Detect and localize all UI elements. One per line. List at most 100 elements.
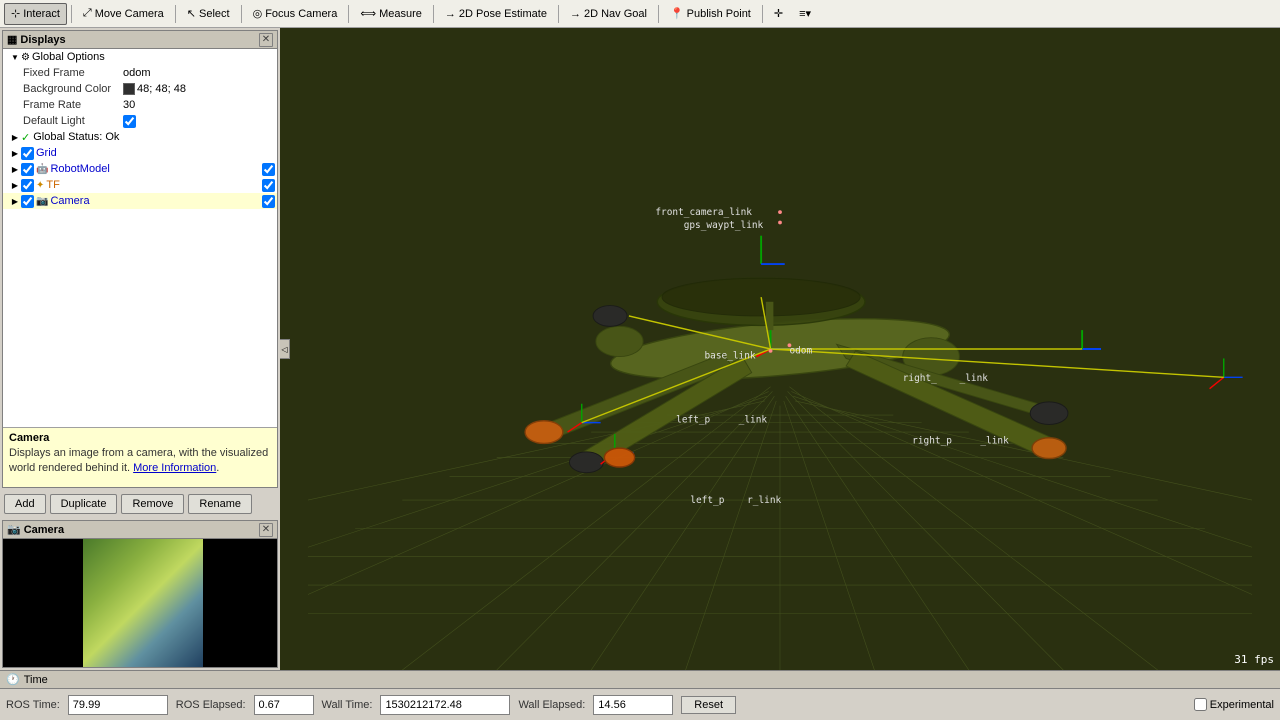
camera-image-area <box>3 539 277 667</box>
experimental-label: Experimental <box>1210 699 1274 711</box>
camera-visible-checkbox[interactable] <box>262 195 275 208</box>
toolbar-separator-6 <box>558 5 559 23</box>
tf-visible-checkbox[interactable] <box>262 179 275 192</box>
svg-text:odom: odom <box>789 346 812 357</box>
camera-panel: 📷 Camera ✕ <box>2 520 278 668</box>
toolbar-separator-3 <box>241 5 242 23</box>
toolbar-separator-5 <box>433 5 434 23</box>
wall-time-label: Wall Time: <box>322 699 373 711</box>
experimental-checkbox[interactable] <box>1194 698 1207 711</box>
grid-checkbox[interactable] <box>21 147 34 160</box>
select-button[interactable]: ↖ Select <box>180 3 237 25</box>
robot-model-icon: 🤖 <box>36 164 48 175</box>
pose-estimate-button[interactable]: → 2D Pose Estimate <box>438 3 554 25</box>
displays-panel: ▦ Displays ✕ ▼ ⚙ Global Options Fixed Fr… <box>2 30 278 488</box>
ros-time-input[interactable] <box>68 695 168 715</box>
global-status-item[interactable]: ▶ ✓ Global Status: Ok <box>3 129 277 145</box>
status-fields-row: ROS Time: ROS Elapsed: Wall Time: Wall E… <box>0 689 1280 720</box>
toolbar-separator-7 <box>658 5 659 23</box>
global-options-arrow[interactable]: ▼ <box>9 51 21 63</box>
measure-button[interactable]: ⟺ Measure <box>353 3 429 25</box>
svg-text:left_p r_link: left_p r_link <box>690 495 781 506</box>
clock-icon: 🕐 <box>6 673 20 686</box>
tf-item[interactable]: ▶ ✦ TF <box>3 177 277 193</box>
camera-panel-title: 📷 Camera <box>7 523 64 536</box>
background-color-value: 48; 48; 48 <box>137 83 186 95</box>
wall-elapsed-label: Wall Elapsed: <box>518 699 585 711</box>
grid-arrow[interactable]: ▶ <box>9 147 21 159</box>
action-buttons: Add Duplicate Remove Rename <box>0 490 280 518</box>
status-bar-title: Time <box>24 674 48 686</box>
toolbar-separator-4 <box>348 5 349 23</box>
wall-time-input[interactable] <box>380 695 510 715</box>
global-options-item[interactable]: ▼ ⚙ Global Options <box>3 49 277 65</box>
publish-point-button[interactable]: 📍 Publish Point <box>663 3 758 25</box>
interact-button[interactable]: ⊹ Interact <box>4 3 67 25</box>
focus-icon: ◎ <box>253 7 263 20</box>
camera-item[interactable]: ▶ 📷 Camera <box>3 193 277 209</box>
ros-elapsed-input[interactable] <box>254 695 314 715</box>
svg-text:base_link: base_link <box>704 350 755 361</box>
pose-icon: → <box>445 8 456 20</box>
toolbar-separator <box>71 5 72 23</box>
collapse-panel-arrow[interactable]: ◁ <box>280 339 290 359</box>
camera-black-left <box>3 539 83 667</box>
svg-text:gps_waypt_link: gps_waypt_link <box>684 220 764 231</box>
tf-arrow[interactable]: ▶ <box>9 179 21 191</box>
tf-checkbox[interactable] <box>21 179 34 192</box>
default-light-checkbox[interactable] <box>123 115 136 128</box>
menu-button[interactable]: ≡▾ <box>792 3 818 25</box>
fps-counter: 31 fps <box>1234 653 1274 666</box>
remove-button[interactable]: Remove <box>121 494 184 514</box>
camera-icon: 📷 <box>36 196 48 207</box>
svg-text:right_ _link: right_ _link <box>903 373 989 384</box>
publish-icon: 📍 <box>670 7 684 20</box>
toolbar-separator-8 <box>762 5 763 23</box>
tf-icon: ✦ <box>36 180 44 191</box>
3d-viewport[interactable]: front_camera_link gps_waypt_link base_li… <box>280 28 1280 670</box>
frame-rate-row: Frame Rate 30 <box>3 97 277 113</box>
more-information-link[interactable]: More Information <box>133 462 216 474</box>
duplicate-button[interactable]: Duplicate <box>50 494 118 514</box>
plus-button[interactable]: ✛ <box>767 3 790 25</box>
robot-model-visible-checkbox[interactable] <box>262 163 275 176</box>
left-panel: ▦ Displays ✕ ▼ ⚙ Global Options Fixed Fr… <box>0 28 280 670</box>
ros-time-label: ROS Time: <box>6 699 60 711</box>
global-options-icon: ⚙ <box>21 52 30 63</box>
add-button[interactable]: Add <box>4 494 46 514</box>
wall-elapsed-input[interactable] <box>593 695 673 715</box>
camera-panel-close[interactable]: ✕ <box>259 523 273 537</box>
nav-goal-button[interactable]: → 2D Nav Goal <box>563 3 654 25</box>
robot-arrow[interactable]: ▶ <box>9 163 21 175</box>
fixed-frame-row: Fixed Frame odom <box>3 65 277 81</box>
ros-elapsed-label: ROS Elapsed: <box>176 699 246 711</box>
camera-viewport <box>3 539 277 667</box>
menu-icon: ≡▾ <box>799 7 811 20</box>
move-camera-button[interactable]: ⤢ Move Camera <box>76 3 171 25</box>
svg-text:left_p _link: left_p _link <box>676 415 767 426</box>
cursor-icon: ⊹ <box>11 7 20 20</box>
camera-panel-header: 📷 Camera ✕ <box>3 521 277 539</box>
robot-model-item[interactable]: ▶ 🤖 RobotModel <box>3 161 277 177</box>
main-area: ▦ Displays ✕ ▼ ⚙ Global Options Fixed Fr… <box>0 28 1280 670</box>
displays-panel-close[interactable]: ✕ <box>259 33 273 47</box>
global-status-arrow[interactable]: ▶ <box>9 131 21 143</box>
scene-background: front_camera_link gps_waypt_link base_li… <box>280 28 1280 670</box>
robot-model-checkbox[interactable] <box>21 163 34 176</box>
camera-arrow[interactable]: ▶ <box>9 195 21 207</box>
svg-text:front_camera_link: front_camera_link <box>655 207 752 218</box>
background-color-swatch[interactable] <box>123 83 135 95</box>
info-panel: Camera Displays an image from a camera, … <box>3 427 277 487</box>
focus-camera-button[interactable]: ◎ Focus Camera <box>246 3 345 25</box>
info-panel-title: Camera <box>9 432 271 444</box>
status-ok-icon: ✓ <box>21 131 30 144</box>
reset-button[interactable]: Reset <box>681 696 736 714</box>
background-color-row: Background Color 48; 48; 48 <box>3 81 277 97</box>
status-bar: 🕐 Time ROS Time: ROS Elapsed: Wall Time:… <box>0 670 1280 720</box>
grid-item[interactable]: ▶ Grid <box>3 145 277 161</box>
rename-button[interactable]: Rename <box>188 494 252 514</box>
select-icon: ↖ <box>187 7 196 20</box>
svg-text:right_p _link: right_p _link <box>912 435 1009 446</box>
camera-panel-icon: 📷 <box>7 523 21 536</box>
camera-checkbox[interactable] <box>21 195 34 208</box>
